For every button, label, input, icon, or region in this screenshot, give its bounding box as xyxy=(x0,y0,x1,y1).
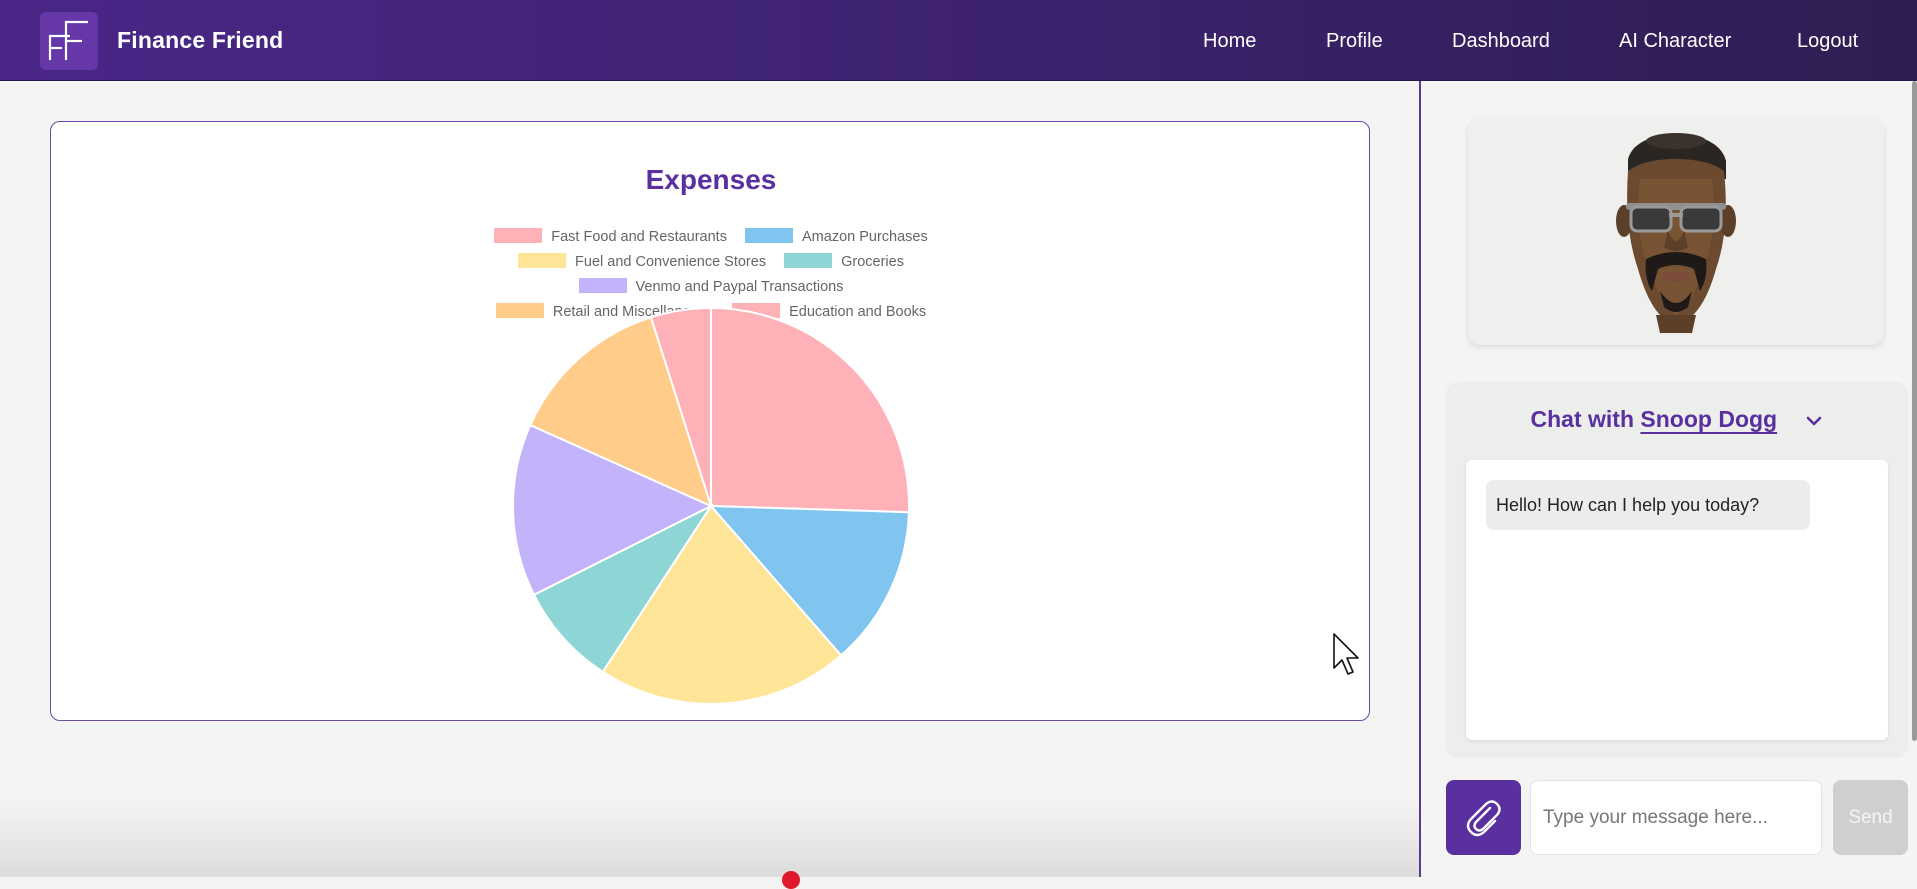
nav-ai-character[interactable]: AI Character xyxy=(1619,30,1731,53)
paperclip-icon xyxy=(1466,800,1501,837)
pie-slice[interactable] xyxy=(710,306,910,514)
notification-dot[interactable] xyxy=(782,871,800,889)
scrollbar[interactable] xyxy=(1912,81,1917,741)
nav-dashboard[interactable]: Dashboard xyxy=(1452,30,1550,53)
expenses-chart-card: Expenses Fast Food and Restaurants Amazo… xyxy=(50,121,1370,721)
nav-logout[interactable]: Logout xyxy=(1797,30,1858,53)
message-input[interactable] xyxy=(1530,780,1822,855)
nav-home[interactable]: Home xyxy=(1203,30,1256,53)
avatar xyxy=(1616,133,1736,333)
chevron-down-icon[interactable] xyxy=(1805,414,1823,428)
chat-messages[interactable]: Hello! How can I help you today? xyxy=(1466,460,1888,740)
expenses-pie-chart xyxy=(512,306,910,705)
attach-button[interactable] xyxy=(1446,780,1521,855)
character-select[interactable]: Snoop Dogg xyxy=(1640,406,1799,432)
chat-title-prefix: Chat with xyxy=(1530,406,1635,432)
nav-profile[interactable]: Profile xyxy=(1326,30,1383,53)
top-navbar: Finance Friend Home Profile Dashboard AI… xyxy=(0,0,1917,81)
avatar-card xyxy=(1468,119,1884,345)
bottom-fade xyxy=(0,800,1419,877)
mouse-cursor-icon xyxy=(1333,633,1359,675)
ai-message-bubble: Hello! How can I help you today? xyxy=(1486,480,1810,530)
send-button[interactable]: Send xyxy=(1833,780,1908,855)
logo-icon[interactable] xyxy=(40,12,98,70)
chat-card: Chat with Snoop Dogg Hello! How can I he… xyxy=(1446,382,1908,758)
brand-name[interactable]: Finance Friend xyxy=(117,27,283,54)
panel-divider xyxy=(1419,81,1421,877)
chat-title: Chat with Snoop Dogg xyxy=(1446,406,1908,433)
